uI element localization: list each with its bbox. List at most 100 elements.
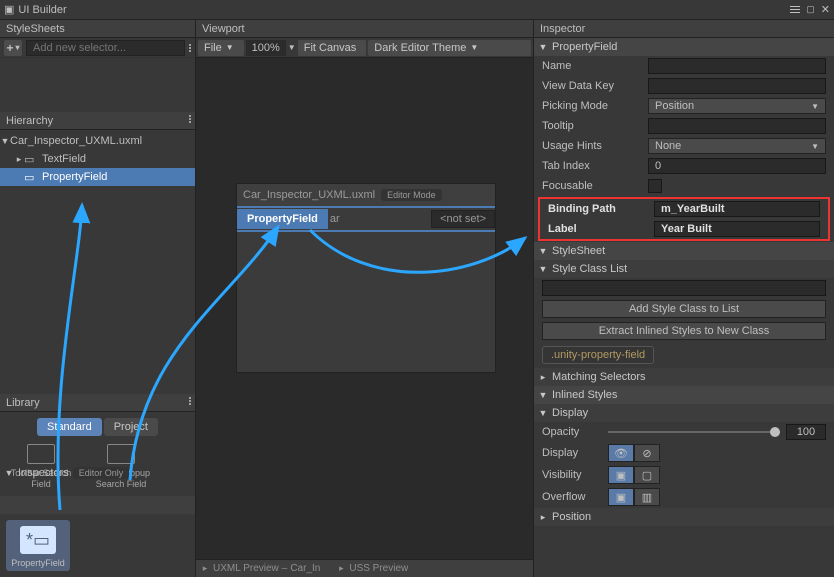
display-toggle[interactable]: 👁⊘ bbox=[608, 444, 660, 462]
overflow-label: Overflow bbox=[542, 491, 602, 503]
tab-project[interactable]: Project bbox=[104, 418, 158, 436]
expand-icon: ▸ bbox=[538, 512, 548, 523]
hierarchy-label: Hierarchy bbox=[6, 115, 53, 127]
canvas-propertyfield-row[interactable]: PropertyField ar <not set> bbox=[237, 208, 495, 230]
picking-mode-label: Picking Mode bbox=[542, 100, 642, 112]
opacity-value[interactable] bbox=[786, 424, 826, 440]
add-style-class-button[interactable]: Add Style Class to List bbox=[542, 300, 826, 318]
pf-r: ar bbox=[328, 213, 340, 225]
canvas[interactable]: Car_Inspector_UXML.uxml Editor Mode Prop… bbox=[236, 183, 496, 373]
window-menu-icon[interactable] bbox=[790, 6, 800, 14]
binding-path-label: Binding Path bbox=[548, 203, 648, 215]
hidden-icon[interactable]: ▢ bbox=[634, 466, 660, 484]
name-label: Name bbox=[542, 60, 642, 72]
label-input[interactable] bbox=[654, 221, 820, 237]
display-label: Display bbox=[542, 447, 602, 459]
caret-down-icon: ▼ bbox=[811, 142, 819, 151]
matching-selectors-group[interactable]: ▸Matching Selectors bbox=[534, 368, 834, 386]
visibility-label: Visibility bbox=[542, 469, 602, 481]
editor-mode-badge: Editor Mode bbox=[381, 189, 442, 201]
style-class-input[interactable] bbox=[542, 280, 826, 296]
preview-footer: ▸UXML Preview – Car_In ▸USS Preview bbox=[196, 559, 533, 577]
overflow-hidden-icon[interactable]: ▥ bbox=[634, 488, 660, 506]
expand-icon[interactable]: ▸ bbox=[14, 154, 24, 165]
propertyfield-group[interactable]: ▼PropertyField bbox=[534, 38, 834, 56]
name-input[interactable] bbox=[648, 58, 826, 74]
propertyfield-icon: ▭ bbox=[24, 171, 38, 183]
app-icon: ▣ bbox=[4, 3, 14, 16]
tooltip-input[interactable] bbox=[648, 118, 826, 134]
eye-off-icon[interactable]: ⊘ bbox=[634, 444, 660, 462]
display-group[interactable]: ▼Display bbox=[534, 404, 834, 422]
caret-down-icon: ▼ bbox=[470, 43, 478, 52]
textfield-icon: ▭ bbox=[24, 153, 38, 165]
visible-icon[interactable]: ▣ bbox=[608, 466, 634, 484]
tab-index-input[interactable] bbox=[648, 158, 826, 174]
collapse-icon: ▼ bbox=[538, 246, 548, 256]
position-group[interactable]: ▸Position bbox=[534, 508, 834, 526]
style-class-list-group[interactable]: ▼Style Class List bbox=[534, 260, 834, 278]
pf-tag: PropertyField bbox=[237, 209, 328, 229]
opacity-row: Opacity bbox=[534, 422, 834, 442]
app-title: UI Builder bbox=[18, 4, 66, 16]
root-file-label: Car_Inspector_UXML.uxml bbox=[10, 135, 142, 147]
add-selector-button[interactable]: + ▾ bbox=[4, 40, 22, 56]
fit-canvas-button[interactable]: Fit Canvas bbox=[298, 40, 367, 56]
focusable-label: Focusable bbox=[542, 180, 642, 192]
toolbar-search-field-icon bbox=[27, 444, 55, 464]
inspector-propertyfield-tile[interactable]: *▭ PropertyField bbox=[6, 520, 70, 571]
visibility-toggle[interactable]: ▣▢ bbox=[608, 466, 660, 484]
overflow-toggle[interactable]: ▣▥ bbox=[608, 488, 660, 506]
inspectors-section[interactable]: ▼ Inspectors Editor Only bbox=[0, 496, 195, 514]
stylesheets-menu-icon[interactable] bbox=[189, 44, 191, 52]
canvas-file-label: Car_Inspector_UXML.uxml bbox=[243, 189, 375, 201]
maximize-icon[interactable]: ▢ bbox=[806, 4, 815, 15]
library-menu-icon[interactable] bbox=[189, 397, 191, 405]
collapse-icon: ▼ bbox=[4, 468, 14, 478]
collapse-icon: ▼ bbox=[538, 408, 548, 418]
inlined-styles-group[interactable]: ▼Inlined Styles bbox=[534, 386, 834, 404]
uss-preview-label[interactable]: USS Preview bbox=[349, 563, 408, 574]
zoom-field[interactable]: 100% bbox=[246, 40, 286, 56]
hierarchy-item-textfield[interactable]: ▸ ▭ TextField bbox=[0, 150, 195, 168]
label-field-label: Label bbox=[548, 223, 648, 235]
opacity-slider[interactable] bbox=[608, 431, 780, 433]
selector-input[interactable] bbox=[26, 40, 185, 56]
stylesheet-group[interactable]: ▼StyleSheet bbox=[534, 242, 834, 260]
highlight-box: Binding Path Label bbox=[538, 197, 830, 241]
hierarchy-item-propertyfield[interactable]: ▭ PropertyField bbox=[0, 168, 195, 186]
expand-icon[interactable]: ▸ bbox=[336, 563, 346, 574]
overflow-visible-icon[interactable]: ▣ bbox=[608, 488, 634, 506]
hierarchy-root[interactable]: ▼ Car_Inspector_UXML.uxml bbox=[0, 132, 195, 150]
usage-hints-dropdown[interactable]: None▼ bbox=[648, 138, 826, 154]
expand-icon[interactable]: ▸ bbox=[200, 563, 210, 574]
close-icon[interactable]: ✕ bbox=[821, 3, 830, 16]
tab-standard[interactable]: Standard bbox=[37, 418, 102, 436]
picking-mode-dropdown[interactable]: Position▼ bbox=[648, 98, 826, 114]
view-data-key-label: View Data Key bbox=[542, 80, 642, 92]
viewport-header: Viewport bbox=[196, 20, 533, 38]
eye-icon[interactable]: 👁 bbox=[608, 444, 634, 462]
expand-icon: ▸ bbox=[538, 372, 548, 383]
collapse-icon: ▼ bbox=[538, 264, 548, 274]
inspector-scroll[interactable]: ▼PropertyField Name View Data Key Pickin… bbox=[534, 38, 834, 577]
item-label: PropertyField bbox=[42, 171, 107, 183]
inspectors-label: Inspectors bbox=[18, 467, 69, 479]
view-data-key-input[interactable] bbox=[648, 78, 826, 94]
pf-value: <not set> bbox=[431, 210, 495, 228]
binding-path-input[interactable] bbox=[654, 201, 820, 217]
library-label: Library bbox=[6, 397, 40, 409]
class-chip[interactable]: .unity-property-field bbox=[542, 346, 654, 364]
collapse-icon: ▼ bbox=[538, 42, 548, 52]
opacity-label: Opacity bbox=[542, 426, 602, 438]
file-menu[interactable]: File▼ bbox=[198, 40, 244, 56]
uxml-preview-label[interactable]: UXML Preview bbox=[213, 563, 279, 574]
collapse-icon[interactable]: ▼ bbox=[0, 136, 10, 146]
caret-down-icon[interactable]: ▼ bbox=[288, 43, 296, 52]
extract-styles-button[interactable]: Extract Inlined Styles to New Class bbox=[542, 322, 826, 340]
hierarchy-tree: ▼ Car_Inspector_UXML.uxml ▸ ▭ TextField … bbox=[0, 130, 195, 188]
focusable-checkbox[interactable] bbox=[648, 179, 662, 193]
theme-dropdown[interactable]: Dark Editor Theme ▼ bbox=[368, 40, 531, 56]
hierarchy-menu-icon[interactable] bbox=[189, 115, 191, 123]
theme-label: Dark Editor Theme bbox=[374, 42, 466, 54]
